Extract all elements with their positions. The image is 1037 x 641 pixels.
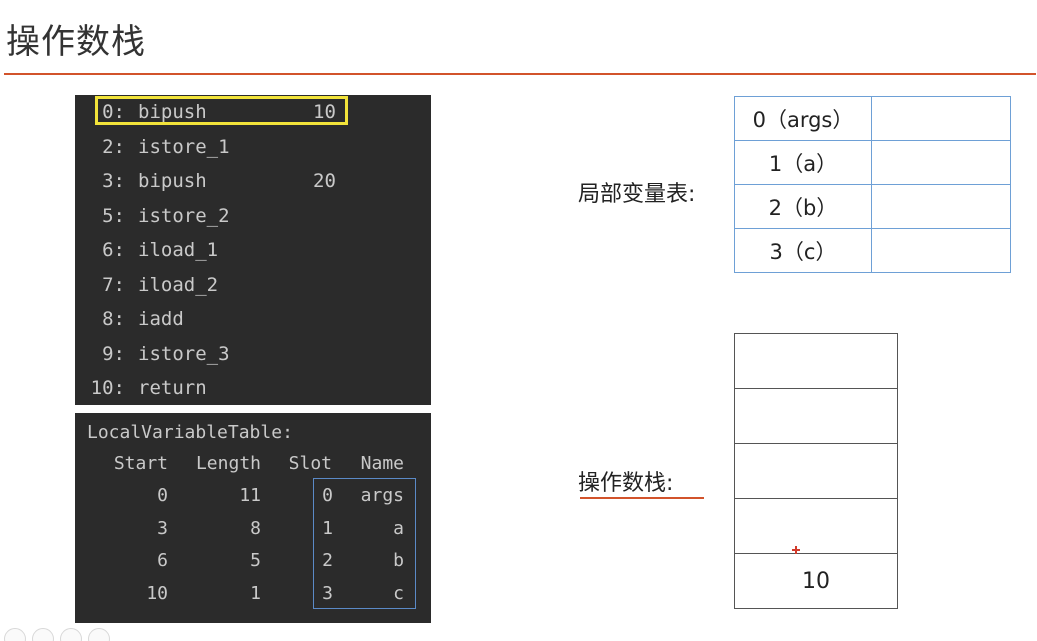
bytecode-line: 8: iadd	[75, 304, 431, 334]
locals-slot-label: 1（a）	[734, 140, 872, 185]
locals-slot-label: 2（b）	[734, 184, 872, 229]
bytecode-panel: 0: bipush 10 2: istore_1 3: bipush 20 5: istore_2…	[75, 95, 431, 405]
bytecode-line: 6: iload_1	[75, 235, 431, 265]
locals-row: 1（a）	[734, 140, 1011, 185]
bytecode-offset: 6:	[102, 239, 125, 261]
lvt-cell: 11	[239, 485, 261, 506]
bytecode-opcode: iadd	[138, 308, 184, 330]
lvt-cell: 0	[157, 485, 168, 506]
bytecode-line: 7: iload_2	[75, 270, 431, 300]
zoom-tool-icon[interactable]	[60, 628, 82, 641]
stack-slot: 10	[735, 554, 897, 609]
bytecode-offset: 7:	[102, 273, 125, 296]
locals-slot-value	[871, 184, 1011, 229]
pointer-tool-icon[interactable]	[32, 628, 54, 641]
bytecode-opcode: bipush	[138, 170, 207, 192]
bytecode-line: 5: istore_2	[75, 201, 431, 231]
locals-label: 局部变量表:	[578, 182, 696, 207]
bytecode-offset: 0:	[102, 101, 125, 123]
locals-row: 2（b）	[734, 184, 1011, 229]
bytecode-offset: 2:	[102, 135, 125, 158]
bytecode-operand: 10	[313, 101, 336, 123]
bytecode-line: 2: istore_1	[75, 132, 431, 162]
title-divider	[4, 73, 1036, 75]
lvt-cell: 5	[250, 550, 261, 571]
local-variable-table-panel: LocalVariableTable: Start Length Slot Name 0…	[75, 413, 431, 623]
locals-table: 0（args） 1（a） 2（b） 3（c）	[734, 96, 1011, 273]
locals-slot-value	[871, 228, 1011, 273]
bytecode-opcode: istore_2	[138, 204, 230, 227]
locals-slot-value	[871, 96, 1011, 141]
page-title: 操作数栈	[6, 22, 146, 62]
lvt-cell: 10	[146, 582, 168, 604]
bytecode-operand: 20	[313, 170, 336, 192]
stack-slot	[735, 444, 897, 499]
more-tool-icon[interactable]	[88, 628, 110, 641]
lvt-header: Slot	[288, 453, 332, 474]
bytecode-opcode: iload_2	[138, 273, 219, 296]
lvt-header: Length	[195, 453, 261, 474]
lvt-title: LocalVariableTable:	[87, 422, 293, 443]
locals-row: 0（args）	[734, 96, 1011, 141]
bytecode-opcode: iload_1	[138, 239, 219, 261]
bytecode-opcode: bipush	[138, 101, 207, 123]
bytecode-offset: 8:	[102, 308, 125, 330]
bytecode-offset: 9:	[102, 342, 125, 365]
slot-name-highlight	[313, 478, 416, 609]
lvt-cell: 6	[157, 550, 168, 571]
bytecode-line: 3: bipush 20	[75, 166, 431, 196]
bytecode-opcode: return	[138, 377, 207, 399]
bytecode-offset: 3:	[102, 170, 125, 192]
stack-label-underline	[580, 497, 704, 499]
stack-slot	[735, 499, 897, 554]
lvt-cell: 8	[250, 517, 261, 539]
locals-slot-label: 3（c）	[734, 228, 872, 273]
locals-row: 3（c）	[734, 228, 1011, 273]
presentation-toolbar	[4, 628, 110, 641]
stack-slot	[735, 334, 897, 389]
crosshair-cursor-icon	[792, 546, 800, 554]
locals-slot-label: 0（args）	[734, 96, 872, 141]
stack-label: 操作数栈:	[578, 471, 674, 496]
bytecode-line: 10: return	[75, 373, 431, 403]
lvt-header: Start	[113, 453, 168, 474]
bytecode-line: 9: istore_3	[75, 339, 431, 369]
bytecode-offset: 10:	[90, 377, 125, 399]
operand-stack: 10	[734, 333, 898, 609]
bytecode-opcode: istore_3	[138, 342, 230, 365]
stack-slot	[735, 389, 897, 444]
lvt-header: Name	[360, 453, 404, 474]
bytecode-opcode: istore_1	[138, 135, 230, 158]
locals-slot-value	[871, 140, 1011, 185]
slide: 操作数栈 0: bipush 10 2: istore_1 3: bipush 20 5: ist…	[0, 0, 1037, 641]
lvt-cell: 1	[250, 582, 261, 604]
bytecode-offset: 5:	[102, 204, 125, 227]
lvt-cell: 3	[157, 517, 168, 539]
bytecode-line: 0: bipush 10	[75, 97, 431, 127]
pen-tool-icon[interactable]	[4, 628, 26, 641]
